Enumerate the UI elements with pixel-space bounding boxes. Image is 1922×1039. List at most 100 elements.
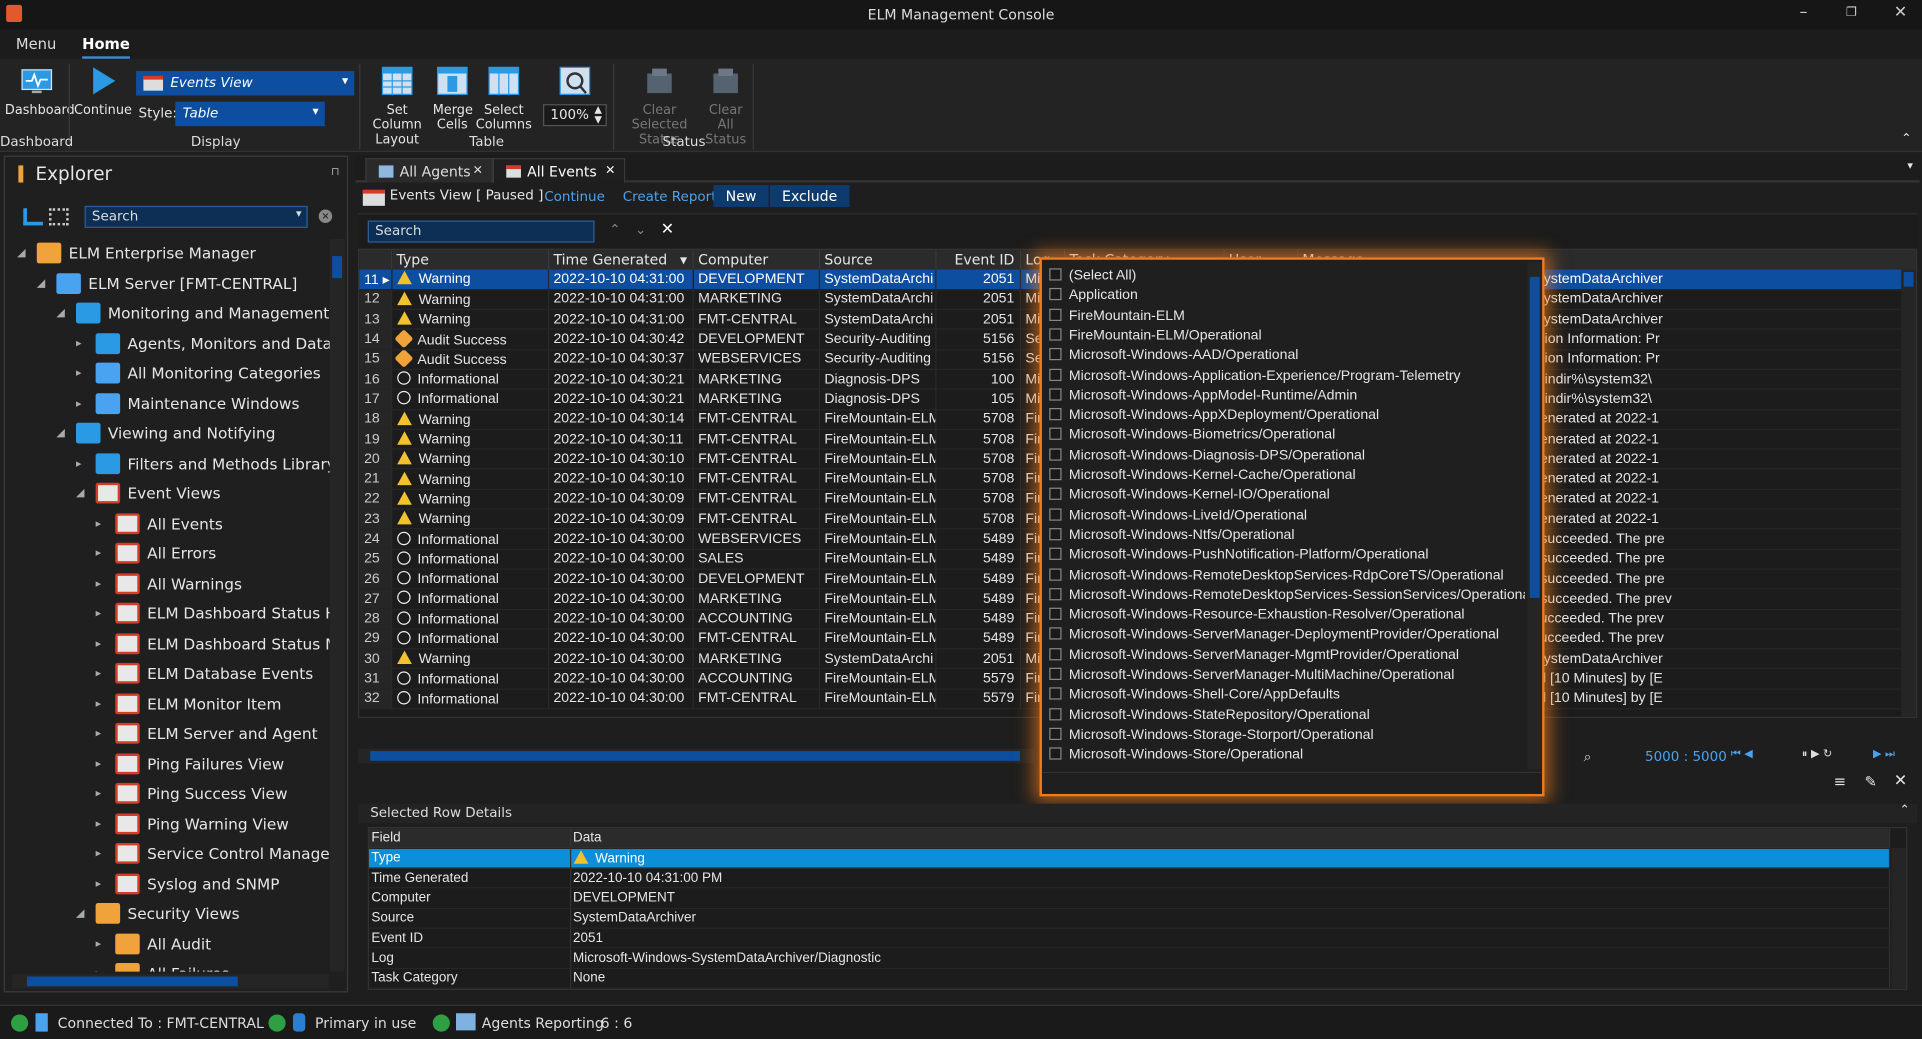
checkbox[interactable] [1049,448,1062,461]
minimize-button[interactable]: – [1799,4,1807,22]
tree-item[interactable]: ▸ All Events [96,509,223,538]
column-header-computer[interactable]: Computer [692,249,820,270]
log-filter-item[interactable]: Microsoft-Windows-Kernel-IO/Operational [1049,486,1330,506]
tree-item[interactable]: ▸ Syslog and SNMP [96,869,279,898]
new-button[interactable]: New [713,185,769,208]
tree-item[interactable]: ◢ ELM Server [FMT-CENTRAL] [37,269,297,298]
menu-icon[interactable]: ≡ [1834,773,1846,790]
scroll-thumb[interactable] [332,256,342,279]
column-header-source[interactable]: Source [818,249,936,270]
tree-item[interactable]: ▸ ELM Server and Agent [96,719,318,748]
collapsed-icon[interactable]: ▸ [96,809,102,838]
expanded-icon[interactable]: ◢ [37,269,45,298]
column-header-event-id[interactable]: Event ID [935,249,1021,270]
tree-item[interactable]: ▸ Service Control Manager [96,839,330,868]
expanded-icon[interactable]: ◢ [76,479,84,508]
scroll-thumb[interactable] [26,976,238,987]
details-row[interactable]: Type Warning [368,848,1890,869]
column-header-rownum[interactable] [359,249,392,270]
tab-all-agents[interactable]: All Agents ✕ [365,158,493,183]
log-filter-item[interactable]: Microsoft-Windows-Shell-Core/AppDefaults [1049,685,1340,705]
checkbox[interactable] [1049,747,1062,760]
tree-item[interactable]: ▸ All Audit [96,929,211,958]
details-row[interactable]: Log Microsoft-Windows-SystemDataArchiver/… [368,948,1890,969]
log-filter-item[interactable]: Microsoft-Windows-Resource-Exhaustion-Re… [1049,605,1465,625]
tree-item[interactable]: ◢ Viewing and Notifying [56,419,275,448]
log-filter-item[interactable]: Microsoft-Windows-PushNotification-Platf… [1049,545,1428,565]
log-filter-item[interactable]: Microsoft-Windows-AppXDeployment/Operati… [1049,406,1379,426]
scroll-thumb[interactable] [370,751,1020,761]
checkbox[interactable] [1049,607,1062,621]
collapsed-icon[interactable]: ▸ [96,749,102,778]
create-report-link[interactable]: Create Report [623,189,717,205]
tree-item[interactable]: ▸ ELM Dashboard Status Hi [96,599,330,628]
checkbox[interactable] [1049,428,1062,441]
collapsed-icon[interactable]: ▸ [96,689,102,718]
collapsed-icon[interactable]: ▸ [76,449,82,478]
close-tab-icon[interactable]: ✕ [473,164,483,177]
column-header-type[interactable]: Type [391,249,549,270]
checkbox[interactable] [1049,487,1062,501]
pager-first-icon[interactable]: ⏮ ◀ [1731,749,1753,761]
tree-view-icon[interactable] [23,208,43,226]
pager-play-icon[interactable]: ⏸ ▶ ↻ [1802,749,1832,761]
popup-vertical-scrollbar[interactable] [1527,262,1543,770]
grid-search-input[interactable]: Search [367,220,595,243]
clear-search-icon[interactable]: ✕ [318,209,333,223]
tree-item[interactable]: ◢ ELM Enterprise Manager [17,239,256,268]
pager-search-icon[interactable]: ⌕ [1584,749,1592,766]
log-filter-item[interactable]: Microsoft-Windows-ServerManager-Deployme… [1049,625,1499,645]
close-search-icon[interactable]: ✕ [661,221,674,239]
pin-icon[interactable]: ⊓ [331,167,340,179]
close-tab-icon[interactable]: ✕ [605,164,615,177]
log-filter-item[interactable]: FireMountain-ELM/Operational [1049,326,1262,346]
checkbox[interactable] [1049,328,1062,341]
checkbox[interactable] [1049,667,1062,680]
zoom-input[interactable]: 100% ▲ ▼ [543,104,607,127]
log-filter-item[interactable]: Application [1049,286,1138,306]
tree-item[interactable]: ▸ Ping Success View [96,779,287,808]
details-row[interactable]: Source SystemDataArchiver [368,908,1890,929]
collapsed-icon[interactable]: ▸ [96,629,102,658]
select-columns-button[interactable]: Select Columns [473,66,534,132]
log-filter-item[interactable]: Microsoft-Windows-AAD/Operational [1049,346,1298,366]
tree-item[interactable]: ▸ ELM Monitor Item [96,689,281,718]
collapsed-icon[interactable]: ▸ [96,599,102,628]
details-row[interactable]: Time Generated 2022-10-10 04:31:00 PM [368,868,1890,889]
tree-item[interactable]: ◢ Monitoring and Management [56,299,329,328]
details-row[interactable]: Event ID 2051 [368,928,1890,949]
log-filter-item[interactable]: Microsoft-Windows-ServerManager-MgmtProv… [1049,645,1459,665]
log-filter-item[interactable]: FireMountain-ELM [1049,306,1185,326]
dashboard-button[interactable]: Dashboard [5,66,75,118]
tree-item[interactable]: ▸ All Failures [96,959,229,972]
log-filter-item[interactable]: Microsoft-Windows-AppModel-Runtime/Admin [1049,386,1357,406]
expanded-icon[interactable]: ◢ [76,899,84,928]
checkbox[interactable] [1049,587,1062,601]
collapsed-icon[interactable]: ▸ [96,839,102,868]
tree-item[interactable]: ▸ Agents, Monitors and Databa [76,329,330,358]
tree-item[interactable]: ▸ Ping Failures View [96,749,284,778]
expanded-icon[interactable]: ◢ [17,239,25,268]
style-select[interactable]: Table [175,101,325,127]
tree-horizontal-scrollbar[interactable] [12,974,329,989]
tree-item[interactable]: ◢ Security Views [76,899,240,928]
close-button[interactable]: ✕ [1894,4,1907,22]
collapsed-icon[interactable]: ▸ [96,779,102,808]
collapse-ribbon-icon[interactable]: ⌃ [1901,132,1911,145]
spinner-icon[interactable]: ▲ ▼ [594,105,602,125]
expanded-icon[interactable]: ◢ [56,299,64,328]
checkbox[interactable] [1049,468,1062,481]
log-filter-item[interactable]: Microsoft-Windows-Biometrics/Operational [1049,426,1335,446]
collapsed-icon[interactable]: ▸ [96,659,102,688]
checkbox[interactable] [1049,727,1062,740]
close-panel-icon[interactable]: ✕ [1894,772,1907,790]
checkbox[interactable] [1049,268,1062,281]
tab-list-dropdown-icon[interactable]: ▾ [1907,161,1913,173]
log-filter-item[interactable]: Microsoft-Windows-ServerManager-MultiMac… [1049,665,1454,685]
checkbox[interactable] [1049,707,1062,720]
details-vertical-scrollbar[interactable] [1891,847,1907,989]
pager-last-icon[interactable]: ▶ ⏭ [1873,749,1895,761]
continue-link[interactable]: Continue [544,189,605,205]
log-filter-item[interactable]: Microsoft-Windows-LiveId/Operational [1049,506,1307,526]
log-filter-item[interactable]: Microsoft-Windows-Application-Experience… [1049,366,1461,386]
